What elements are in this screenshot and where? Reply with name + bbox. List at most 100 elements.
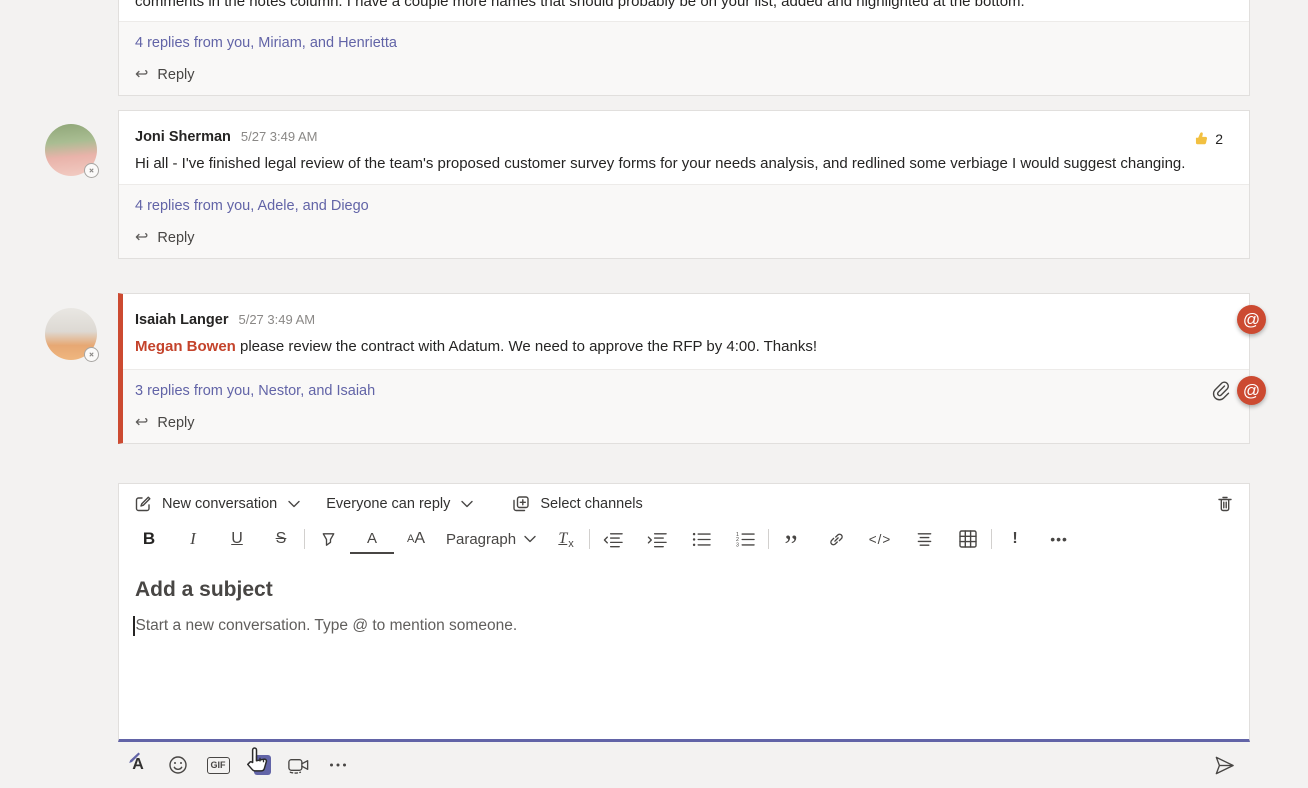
video-clip-button[interactable] xyxy=(278,747,318,783)
select-channels-label: Select channels xyxy=(540,496,642,512)
replies-section: 4 replies from you, Miriam, and Henriett… xyxy=(119,21,1249,95)
strikethrough-button[interactable]: S xyxy=(259,524,303,554)
message-timestamp: 5/27 3:49 AM xyxy=(241,129,318,144)
outdent-icon xyxy=(603,531,624,548)
compose-header: New conversation Everyone can reply Sele… xyxy=(119,484,1249,516)
new-conversation-label: New conversation xyxy=(162,496,277,512)
replies-link[interactable]: 4 replies from you, Adele, and Diego xyxy=(135,197,1233,215)
reply-permission-dropdown[interactable]: Everyone can reply xyxy=(326,496,473,512)
author-name[interactable]: Joni Sherman xyxy=(135,127,231,147)
decrease-indent-button[interactable] xyxy=(591,524,635,554)
more-dots-icon xyxy=(329,762,347,768)
font-size-small-glyph: A xyxy=(407,533,414,545)
mention-link[interactable]: Megan Bowen xyxy=(135,338,236,355)
discard-draft-button[interactable] xyxy=(1215,494,1235,514)
message-input[interactable]: Start a new conversation. Type @ to ment… xyxy=(133,616,1233,636)
message-text: comments in the notes column. I have a c… xyxy=(135,0,1233,13)
message-text: Megan Bowen please review the contract w… xyxy=(135,336,1233,358)
teams-channel-view: comments in the notes column. I have a c… xyxy=(0,0,1308,788)
more-actions-button[interactable] xyxy=(318,747,358,783)
thumbs-up-reaction[interactable]: 2 xyxy=(1191,129,1223,148)
underline-button[interactable]: U xyxy=(215,524,259,554)
svg-text:3: 3 xyxy=(736,542,739,547)
reaction-count: 2 xyxy=(1215,131,1223,147)
more-formatting-options-button[interactable]: ••• xyxy=(1037,524,1081,554)
table-icon xyxy=(959,530,977,548)
send-plane-icon xyxy=(1213,754,1236,777)
code-snippet-button[interactable]: </> xyxy=(858,524,902,554)
reply-permission-label: Everyone can reply xyxy=(326,496,450,512)
chevron-down-icon xyxy=(461,500,473,508)
message-card-mention: Isaiah Langer 5/27 3:49 AM Megan Bowen p… xyxy=(118,293,1250,444)
indent-icon xyxy=(647,531,668,548)
text-caret xyxy=(133,616,135,636)
font-size-large-glyph: A xyxy=(414,530,425,548)
mention-badge-icon: @ xyxy=(1237,305,1266,334)
insert-link-button[interactable] xyxy=(814,524,858,554)
message-body: Isaiah Langer 5/27 3:49 AM Megan Bowen p… xyxy=(123,294,1249,369)
increase-indent-button[interactable] xyxy=(635,524,679,554)
subject-input[interactable]: Add a subject xyxy=(135,578,1233,602)
replies-link[interactable]: 4 replies from you, Miriam, and Henriett… xyxy=(135,34,1233,52)
message-card: comments in the notes column. I have a c… xyxy=(118,0,1250,96)
italic-button[interactable]: I xyxy=(171,524,215,554)
blockquote-button[interactable]: ” xyxy=(770,524,814,554)
new-conversation-dropdown[interactable]: New conversation xyxy=(133,494,300,514)
bulleted-list-button[interactable] xyxy=(679,524,723,554)
format-button[interactable]: A xyxy=(118,747,158,783)
font-size-button[interactable]: AA xyxy=(394,524,438,554)
font-color-button[interactable]: A xyxy=(350,524,394,554)
reply-arrow-icon: ↩ xyxy=(135,416,148,430)
reply-label: Reply xyxy=(157,415,194,431)
reply-arrow-icon: ↩ xyxy=(135,68,148,82)
compose-box[interactable]: New conversation Everyone can reply Sele… xyxy=(118,483,1250,742)
clear-format-glyph: T xyxy=(558,530,567,548)
highlight-button[interactable] xyxy=(306,524,350,554)
format-pen-icon xyxy=(127,751,141,765)
emoji-icon xyxy=(168,755,188,775)
message-card: Joni Sherman 5/27 3:49 AM Hi all - I've … xyxy=(118,110,1250,259)
select-channels-button[interactable]: Select channels xyxy=(511,494,642,514)
emoji-button[interactable] xyxy=(158,747,198,783)
video-camera-icon xyxy=(286,755,311,775)
message-text: Hi all - I've finished legal review of t… xyxy=(135,153,1220,175)
message-input-placeholder: Start a new conversation. Type @ to ment… xyxy=(136,617,518,635)
replies-section: 3 replies from you, Nestor, and Isaiah ↩… xyxy=(123,369,1249,443)
mouse-cursor-pointer xyxy=(243,744,273,784)
reply-label: Reply xyxy=(157,230,194,246)
horizontal-rule-icon xyxy=(915,531,934,548)
mention-badge-icon: @ xyxy=(1237,376,1266,405)
toolbar-divider xyxy=(991,529,992,549)
send-button[interactable] xyxy=(1202,746,1246,784)
toolbar-divider xyxy=(768,529,769,549)
bold-button[interactable]: B xyxy=(127,524,171,554)
paragraph-style-dropdown[interactable]: Paragraph xyxy=(438,524,544,554)
chevron-down-icon xyxy=(288,500,300,508)
numbered-list-button[interactable]: 1 2 3 xyxy=(723,524,767,554)
avatar-isaiah-langer[interactable] xyxy=(45,308,97,360)
reply-button[interactable]: ↩ Reply xyxy=(135,230,194,246)
link-icon xyxy=(827,530,846,549)
replies-section: 4 replies from you, Adele, and Diego ↩ R… xyxy=(119,184,1249,258)
replies-link[interactable]: 3 replies from you, Nestor, and Isaiah xyxy=(135,382,1233,400)
highlighter-icon xyxy=(319,530,338,549)
clear-formatting-button[interactable]: Tx xyxy=(544,524,588,554)
clear-format-sub-glyph: x xyxy=(568,538,574,554)
toolbar-divider xyxy=(589,529,590,549)
avatar-joni-sherman[interactable] xyxy=(45,124,97,176)
toolbar-divider xyxy=(304,529,305,549)
author-name[interactable]: Isaiah Langer xyxy=(135,310,228,330)
mark-important-button[interactable]: ! xyxy=(993,524,1037,554)
chevron-down-icon xyxy=(524,535,536,543)
gif-button[interactable]: GIF xyxy=(198,747,238,783)
presence-offline-icon xyxy=(84,347,99,362)
reply-button[interactable]: ↩ Reply xyxy=(135,67,194,83)
thumbs-up-icon xyxy=(1191,129,1210,148)
reply-label: Reply xyxy=(157,67,194,83)
message-body: Joni Sherman 5/27 3:49 AM Hi all - I've … xyxy=(119,111,1249,184)
reply-button[interactable]: ↩ Reply xyxy=(135,415,194,431)
paragraph-label: Paragraph xyxy=(446,531,516,548)
horizontal-rule-button[interactable] xyxy=(902,524,946,554)
insert-table-button[interactable] xyxy=(946,524,990,554)
compose-icon xyxy=(133,494,153,514)
